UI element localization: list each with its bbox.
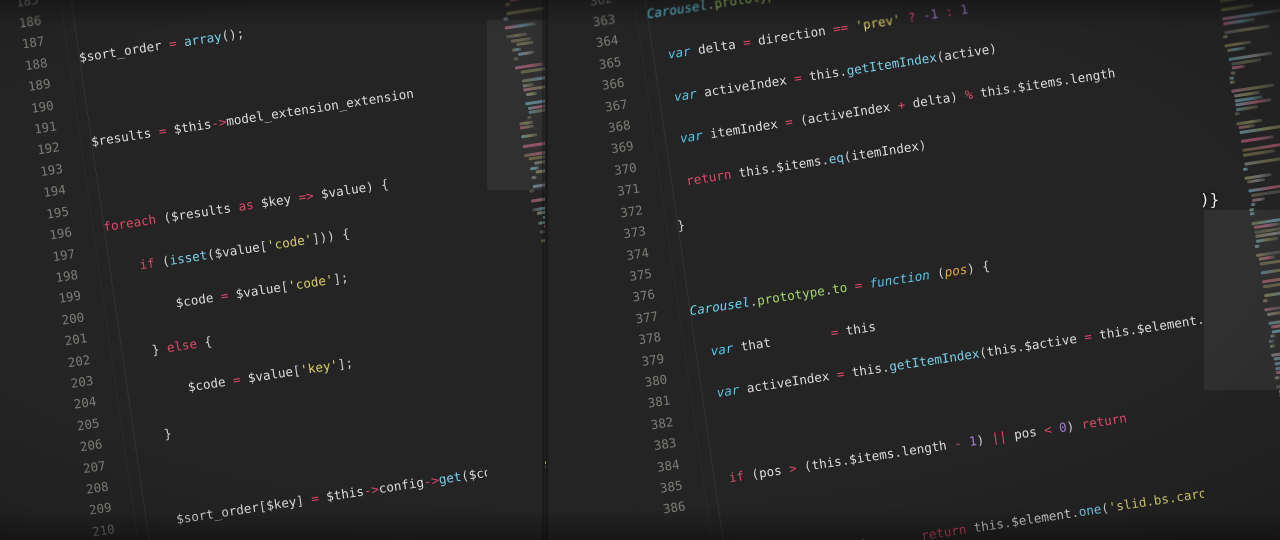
minimap-line (529, 189, 535, 194)
minimap-line (1232, 65, 1246, 70)
minimap-line (1229, 80, 1235, 85)
minimap-line (1256, 236, 1278, 243)
minimap-line (1262, 298, 1268, 303)
minimap-line (1229, 76, 1235, 80)
minimap-line (1250, 202, 1256, 207)
minimap-line (517, 50, 535, 56)
minimap-line (1223, 35, 1228, 39)
minimap-line (513, 57, 519, 61)
minimap-line (1270, 334, 1276, 339)
minimap-line (1274, 375, 1280, 380)
minimap-line (527, 115, 533, 120)
right-code-content[interactable]: } Carousel.prototype.getItemForDirection… (620, 0, 1280, 540)
left-editor-body[interactable]: 181 182 183 184 185 186 187 188 189 190 … (0, 0, 548, 540)
minimap-line (1272, 328, 1280, 334)
minimap-line (1254, 244, 1260, 248)
minimap-line (525, 91, 537, 97)
minimap-line (505, 2, 511, 7)
right-editor-pane[interactable]: 358 359 360 361 362 363 364 365 366 367 … (548, 0, 1280, 540)
right-editor-minimap[interactable] (1204, 0, 1280, 540)
minimap-line (531, 175, 537, 179)
left-editor-minimap[interactable] (487, 0, 545, 540)
minimap-line (530, 165, 540, 170)
minimap-line (512, 47, 522, 52)
minimap-line (503, 17, 509, 21)
editor-screenshot: 181 182 183 184 185 186 187 188 189 190 … (0, 0, 1280, 540)
right-editor-body[interactable]: 358 359 360 361 362 363 364 365 366 367 … (548, 0, 1280, 540)
minimap-line (1249, 212, 1255, 216)
minimap-line (1269, 344, 1275, 348)
minimap-line (509, 0, 526, 2)
left-editor-pane[interactable]: 181 182 183 184 185 186 187 188 189 190 … (0, 0, 548, 540)
minimap-line (1252, 196, 1266, 202)
minimap-line (1269, 339, 1275, 344)
minimap-line (516, 41, 534, 47)
bracket-match-indicator: )} (1200, 190, 1220, 209)
minimap-line (1242, 166, 1248, 171)
minimap-line (1234, 112, 1240, 117)
minimap-line (1230, 71, 1236, 75)
minimap-line (1249, 207, 1255, 212)
